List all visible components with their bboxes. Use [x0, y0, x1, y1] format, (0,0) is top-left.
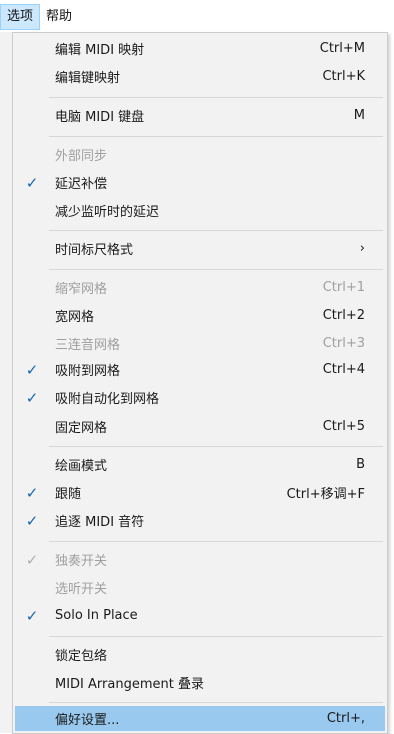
- menu-item-label: 延迟补偿: [55, 177, 108, 192]
- menu-item-label: 减少监听时的延迟: [55, 205, 160, 220]
- menu-item-label: 跟随: [55, 487, 82, 502]
- menu-item-edit-midi-map[interactable]: 编辑 MIDI 映射 Ctrl+M: [15, 36, 385, 61]
- menu-item-label: 吸附自动化到网格: [55, 392, 160, 407]
- menu-item-delay-compensation[interactable]: ✓ 延迟补偿: [15, 170, 385, 195]
- checkmark-icon: ✓: [25, 173, 39, 192]
- menu-item-shortcut: B: [356, 457, 365, 472]
- menu-item-label: 电脑 MIDI 键盘: [55, 110, 145, 125]
- menu-item-label: 三连音网格: [55, 338, 121, 353]
- menu-item-shortcut: Ctrl+4: [322, 362, 365, 377]
- menu-separator: [49, 230, 383, 231]
- menu-item-computer-midi-keyboard[interactable]: 电脑 MIDI 键盘 M: [15, 103, 385, 128]
- menu-item-snap-automation-to-grid[interactable]: ✓ 吸附自动化到网格: [15, 385, 385, 410]
- menu-item-lock-envelopes[interactable]: 锁定包络: [15, 642, 385, 667]
- menu-item-solo-switch: ✓ 独奏开关: [15, 547, 385, 572]
- menu-item-shortcut: Ctrl+M: [319, 41, 365, 56]
- menu-item-cue-switch: 选听开关: [15, 575, 385, 600]
- menu-item-narrow-grid: 缩窄网格 Ctrl+1: [15, 275, 385, 300]
- menu-bar: 选项 帮助: [0, 0, 394, 32]
- menu-item-label: 编辑键映射: [55, 71, 121, 86]
- checkmark-icon: ✓: [25, 360, 39, 379]
- menu-item-snap-to-grid[interactable]: ✓ 吸附到网格 Ctrl+4: [15, 357, 385, 382]
- menu-item-label: 缩窄网格: [55, 282, 108, 297]
- menu-item-label: 吸附到网格: [55, 364, 121, 379]
- menu-separator: [49, 541, 383, 542]
- menu-item-shortcut: Ctrl+移调+F: [286, 487, 365, 502]
- menu-separator: [49, 97, 383, 98]
- menu-item-follow[interactable]: ✓ 跟随 Ctrl+移调+F: [15, 480, 385, 505]
- checkmark-icon: ✓: [25, 511, 39, 530]
- menu-item-chase-midi-notes[interactable]: ✓ 追逐 MIDI 音符: [15, 508, 385, 533]
- menu-item-draw-mode[interactable]: 绘画模式 B: [15, 452, 385, 477]
- menu-item-label: 追逐 MIDI 音符: [55, 515, 145, 530]
- options-dropdown-menu: 编辑 MIDI 映射 Ctrl+M 编辑键映射 Ctrl+K 电脑 MIDI 键…: [12, 32, 388, 734]
- menu-item-preferences[interactable]: 偏好设置... Ctrl+,: [15, 706, 385, 731]
- menu-item-shortcut: Ctrl+1: [322, 280, 365, 295]
- menu-item-solo-in-place[interactable]: ✓ Solo In Place: [15, 603, 385, 628]
- menu-item-label: 选听开关: [55, 582, 108, 597]
- checkmark-icon: ✓: [25, 606, 39, 625]
- menu-item-label: MIDI Arrangement 叠录: [55, 677, 204, 692]
- menu-item-shortcut: Ctrl+K: [322, 69, 365, 84]
- menu-item-midi-arrangement-overdub[interactable]: MIDI Arrangement 叠录: [15, 670, 385, 695]
- menu-separator: [49, 636, 383, 637]
- menu-item-label: Solo In Place: [55, 608, 138, 623]
- menu-item-label: 偏好设置...: [55, 713, 120, 728]
- menu-item-reduce-monitoring-latency[interactable]: 减少监听时的延迟: [15, 198, 385, 223]
- menu-help[interactable]: 帮助: [40, 5, 78, 29]
- menu-item-shortcut: M: [353, 108, 365, 123]
- menu-item-external-sync: 外部同步: [15, 142, 385, 167]
- checkmark-icon: ✓: [25, 388, 39, 407]
- menu-item-label: 编辑 MIDI 映射: [55, 43, 145, 58]
- menu-item-label: 时间标尺格式: [55, 243, 134, 258]
- checkmark-icon: ✓: [25, 550, 39, 569]
- menu-item-label: 固定网格: [55, 421, 108, 436]
- menu-separator: [49, 269, 383, 270]
- menu-separator: [49, 136, 383, 137]
- menu-item-fixed-grid[interactable]: 固定网格 Ctrl+5: [15, 414, 385, 439]
- menu-item-wide-grid[interactable]: 宽网格 Ctrl+2: [15, 303, 385, 328]
- menu-item-time-ruler-format[interactable]: 时间标尺格式 ›: [15, 236, 385, 261]
- menu-item-shortcut: Ctrl+2: [322, 308, 365, 323]
- menu-options[interactable]: 选项: [0, 4, 41, 30]
- menu-item-edit-key-map[interactable]: 编辑键映射 Ctrl+K: [15, 64, 385, 89]
- menu-item-label: 宽网格: [55, 310, 95, 325]
- checkmark-icon: ✓: [25, 483, 39, 502]
- menu-item-shortcut: Ctrl+5: [322, 419, 365, 434]
- menu-item-shortcut: Ctrl+3: [322, 336, 365, 351]
- menu-item-triplet-grid: 三连音网格 Ctrl+3: [15, 331, 385, 356]
- menu-separator: [49, 702, 383, 703]
- menu-item-label: 绘画模式: [55, 459, 108, 474]
- menu-item-label: 锁定包络: [55, 649, 108, 664]
- menu-item-label: 独奏开关: [55, 554, 108, 569]
- menu-item-label: 外部同步: [55, 149, 108, 164]
- menu-separator: [49, 446, 383, 447]
- menu-item-shortcut: Ctrl+,: [326, 711, 365, 726]
- chevron-right-icon: ›: [359, 241, 365, 256]
